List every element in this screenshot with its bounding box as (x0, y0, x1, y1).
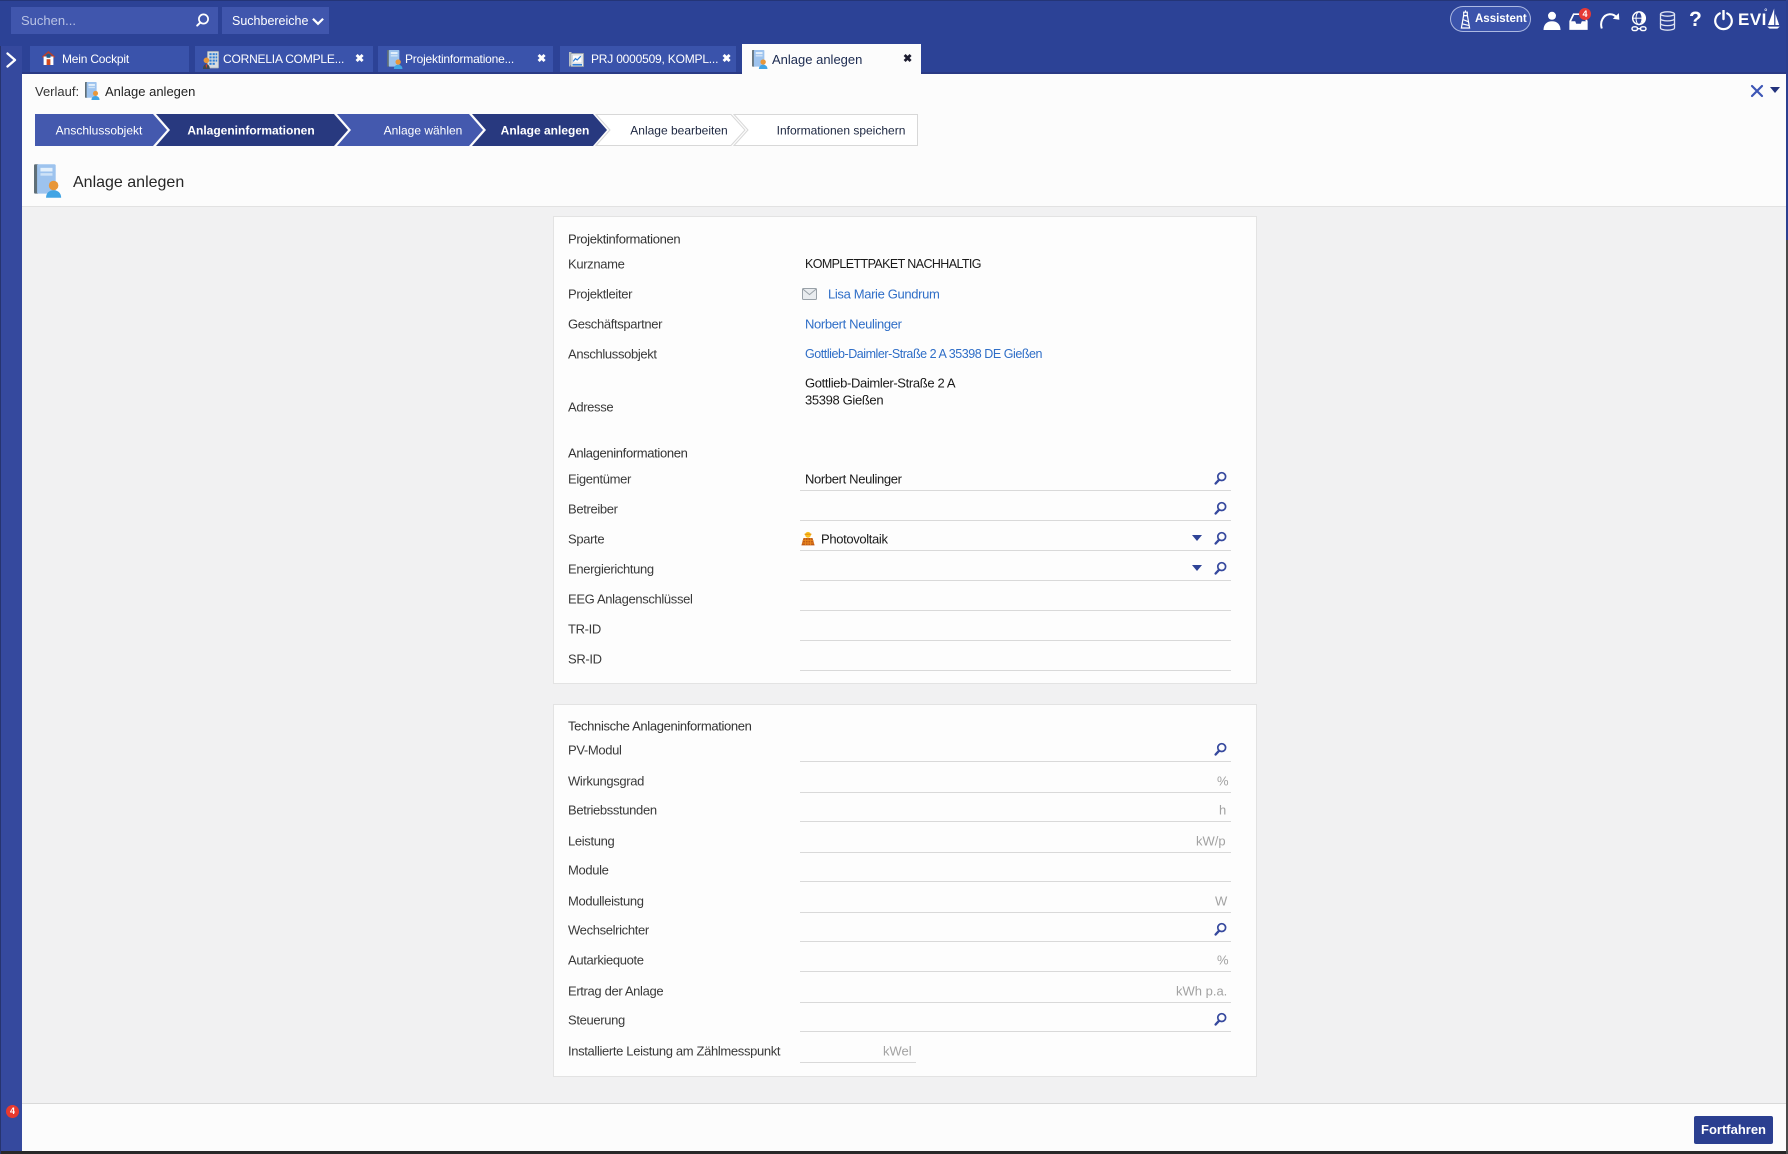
svg-text:Anlageninformationen: Anlageninformationen (187, 124, 314, 138)
svg-text:Anlage anlegen: Anlage anlegen (501, 124, 590, 138)
svg-text:Anschlussobjekt: Anschlussobjekt (56, 124, 143, 138)
svg-text:Informationen speichern: Informationen speichern (777, 124, 906, 138)
svg-text:Anlage bearbeiten: Anlage bearbeiten (630, 124, 727, 138)
svg-text:Anlage wählen: Anlage wählen (384, 124, 463, 138)
